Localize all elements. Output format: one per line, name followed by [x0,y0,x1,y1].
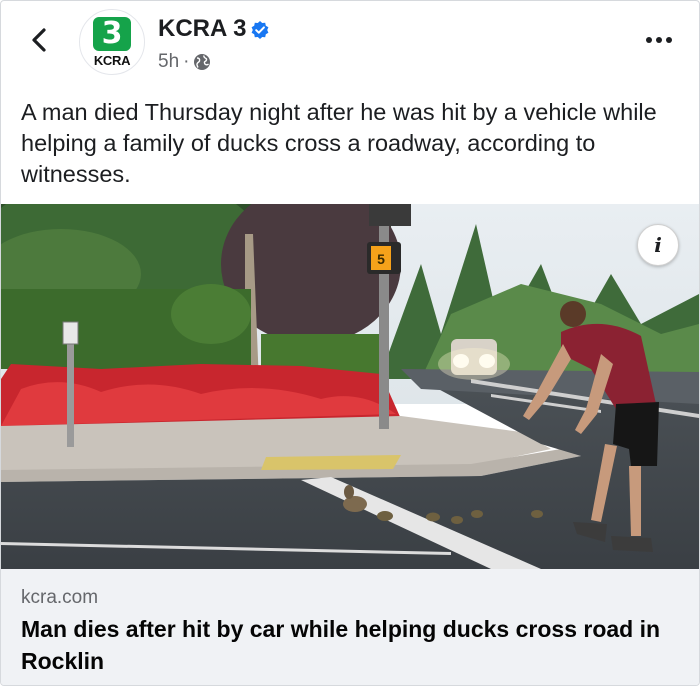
info-button[interactable]: i [637,224,679,266]
back-arrow-icon [32,28,46,52]
verified-badge-icon [251,21,269,39]
kcra-logo-number: 3 [93,17,131,51]
more-options-icon[interactable] [641,27,677,53]
signal-countdown: 5 [377,251,385,267]
link-domain: kcra.com [21,587,99,608]
page-name[interactable]: KCRA 3 [158,15,246,43]
link-preview[interactable]: kcra.com Man dies after hit by car while… [1,569,699,685]
meta-separator: · [183,51,190,72]
photo-illustration: 5 [1,204,699,569]
globe-icon [194,54,211,70]
link-headline[interactable]: Man dies after hit by car while helping … [21,613,681,677]
kcra-logo-text: KCRA [93,53,131,68]
post-photo[interactable]: 5 i [1,204,699,569]
page-avatar[interactable]: 3 KCRA [79,9,145,75]
back-button[interactable] [23,23,57,57]
post-card: 3 KCRA KCRA 3 5h · A man died Thursday n… [0,0,700,686]
post-timestamp[interactable]: 5h [158,51,179,73]
post-text: A man died Thursday night after he was h… [21,99,657,187]
post-header: 3 KCRA KCRA 3 5h · [1,1,699,83]
post-meta: 5h · [158,51,211,73]
